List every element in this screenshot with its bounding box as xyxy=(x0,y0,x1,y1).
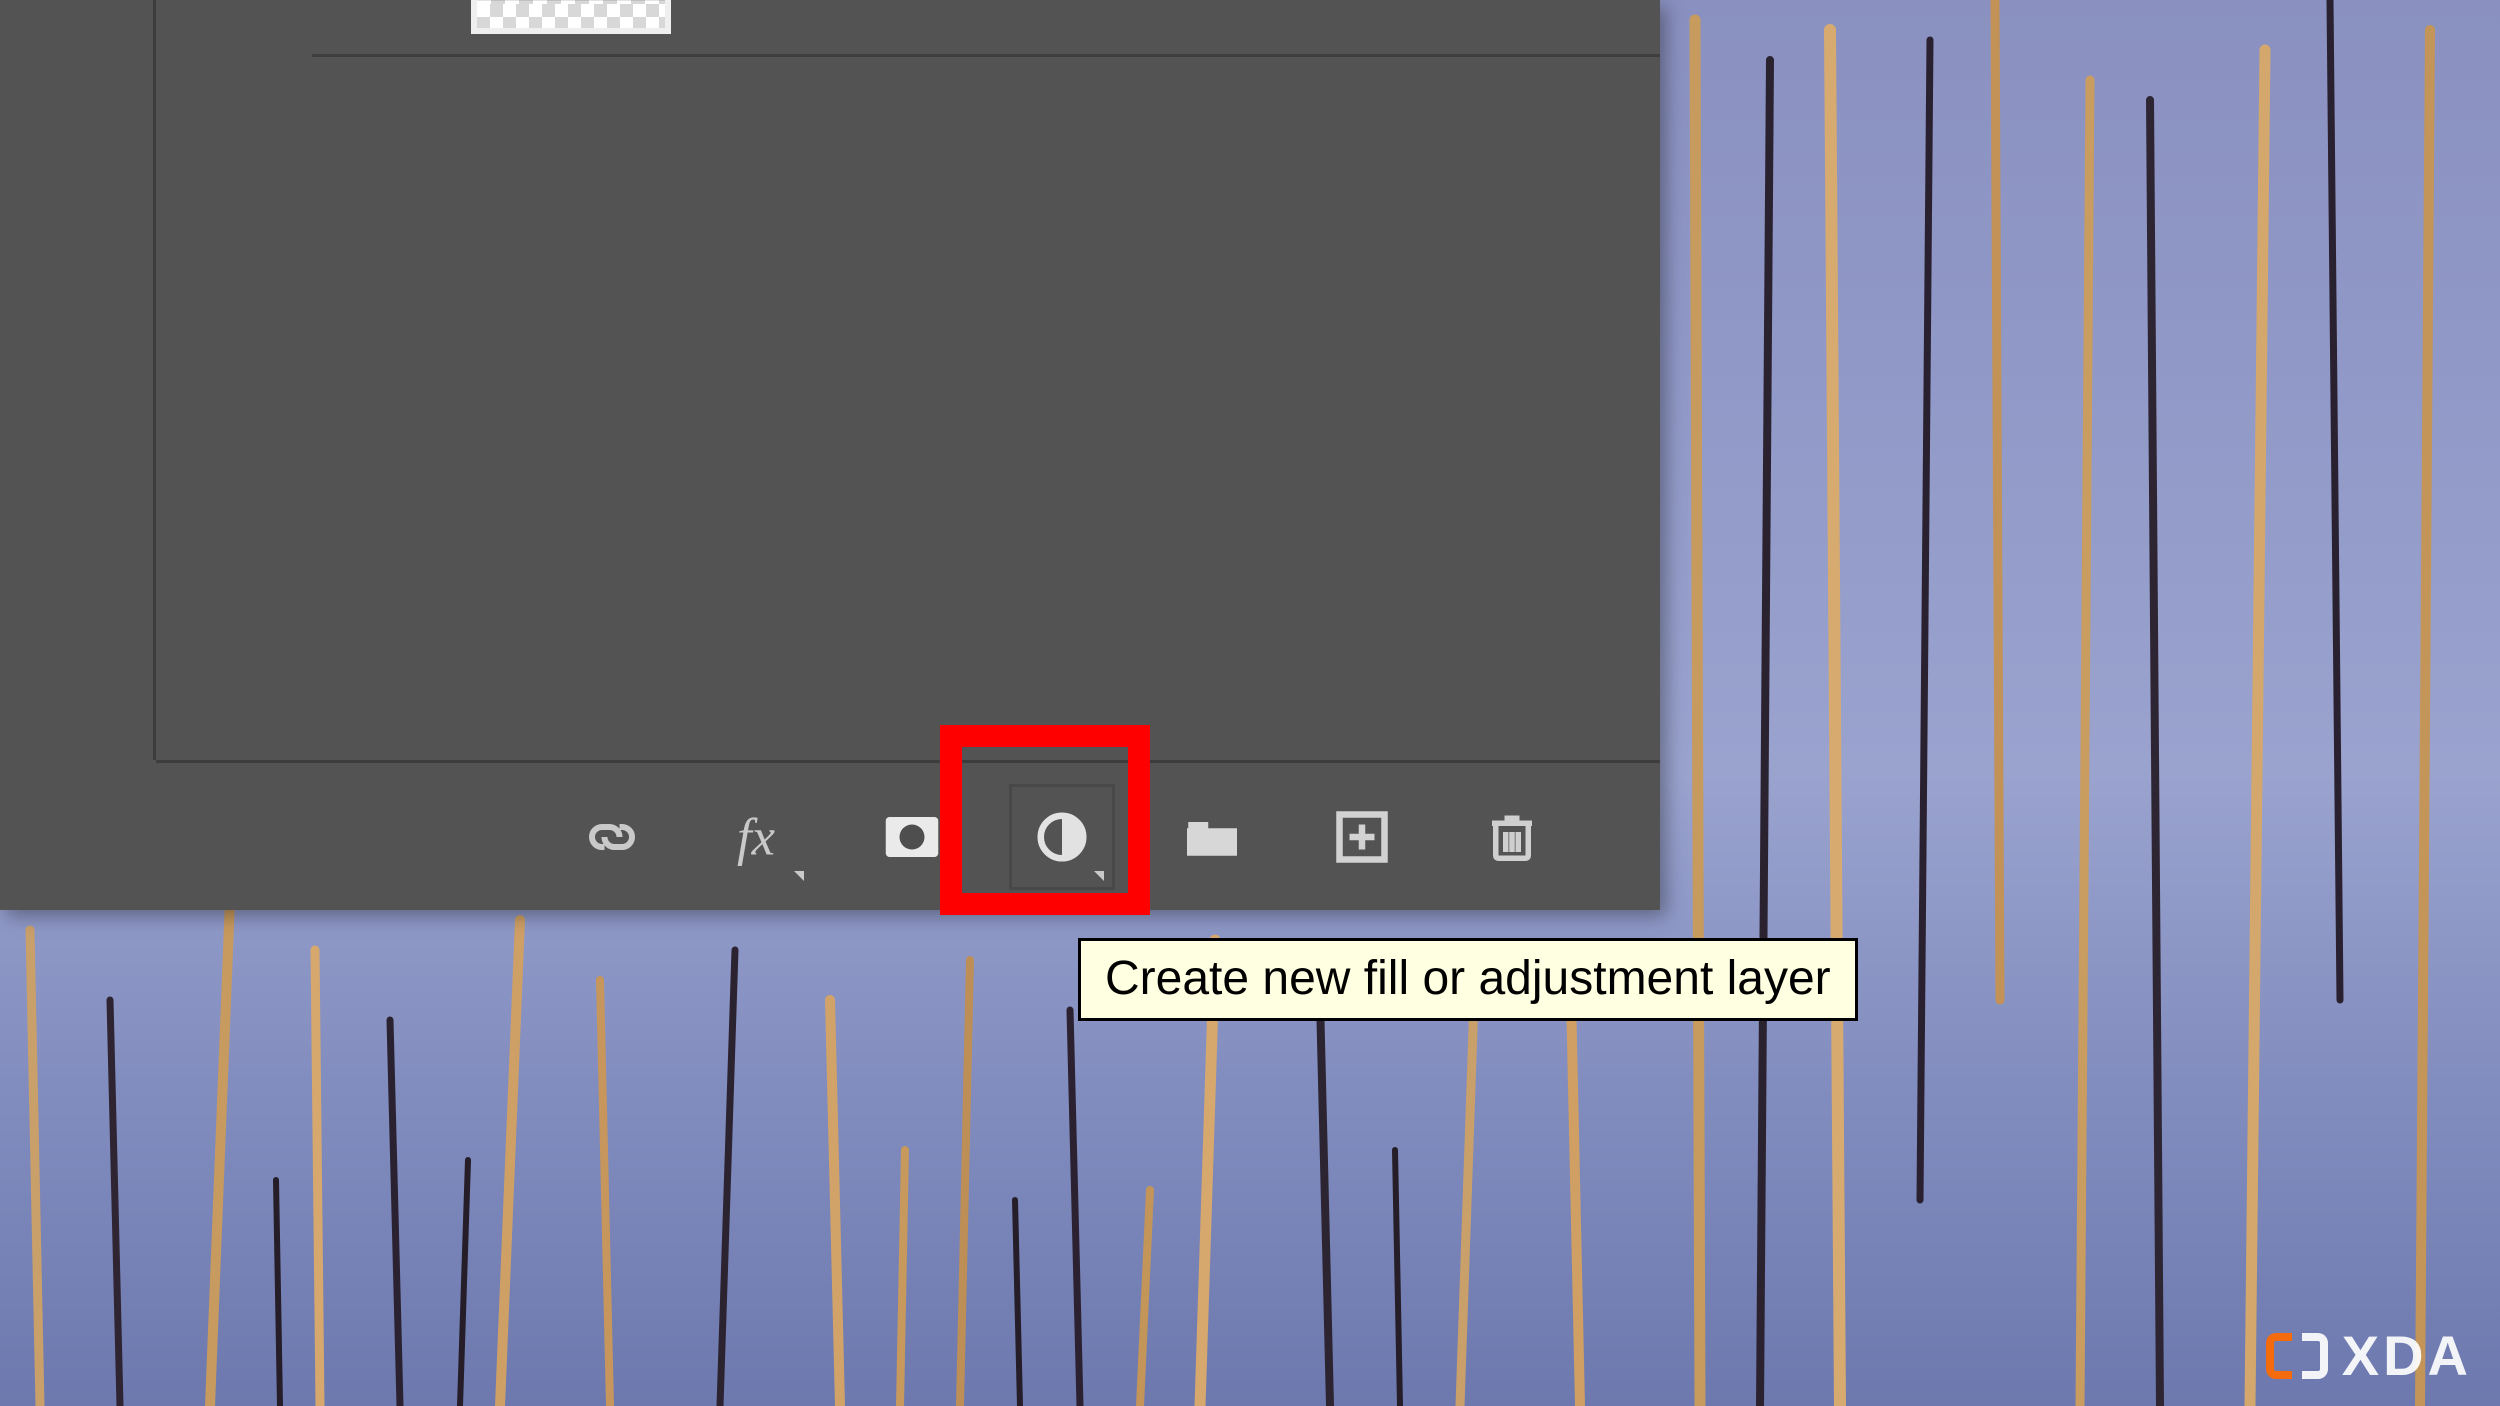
layers-panel: fx xyxy=(0,0,1660,910)
panel-main-area xyxy=(156,0,1660,760)
transparency-checker xyxy=(477,4,665,28)
trash-icon xyxy=(1482,807,1542,867)
screenshot-stage: fx xyxy=(0,0,2500,1406)
new-group-button[interactable] xyxy=(1176,801,1248,873)
submenu-indicator-icon xyxy=(1094,871,1104,881)
folder-icon xyxy=(1182,807,1242,867)
layer-thumbnail xyxy=(471,0,671,34)
link-layers-button[interactable] xyxy=(576,801,648,873)
watermark: XDA xyxy=(2266,1323,2472,1388)
tooltip-text: Create new fill or adjustment layer xyxy=(1105,952,1831,1005)
fx-icon: fx xyxy=(732,807,792,867)
add-mask-button[interactable] xyxy=(876,801,948,873)
layer-style-button[interactable]: fx xyxy=(726,801,798,873)
delete-layer-button[interactable] xyxy=(1476,801,1548,873)
fill-adjustment-layer-button[interactable] xyxy=(1026,801,1098,873)
panel-icon-bar: fx xyxy=(156,760,1660,910)
mask-icon xyxy=(882,807,942,867)
link-icon xyxy=(582,807,642,867)
layer-thumbnail-cell[interactable] xyxy=(471,0,671,34)
submenu-indicator-icon xyxy=(794,871,804,881)
plus-square-icon xyxy=(1332,807,1392,867)
xda-logo-icon xyxy=(2266,1325,2328,1387)
new-layer-button[interactable] xyxy=(1326,801,1398,873)
adjustment-circle-icon xyxy=(1032,807,1092,867)
panel-row-divider xyxy=(312,54,1660,57)
watermark-text: XDA xyxy=(2342,1323,2472,1388)
panel-left-column xyxy=(0,0,156,760)
tooltip: Create new fill or adjustment layer xyxy=(1078,938,1858,1021)
svg-text:fx: fx xyxy=(737,808,775,866)
